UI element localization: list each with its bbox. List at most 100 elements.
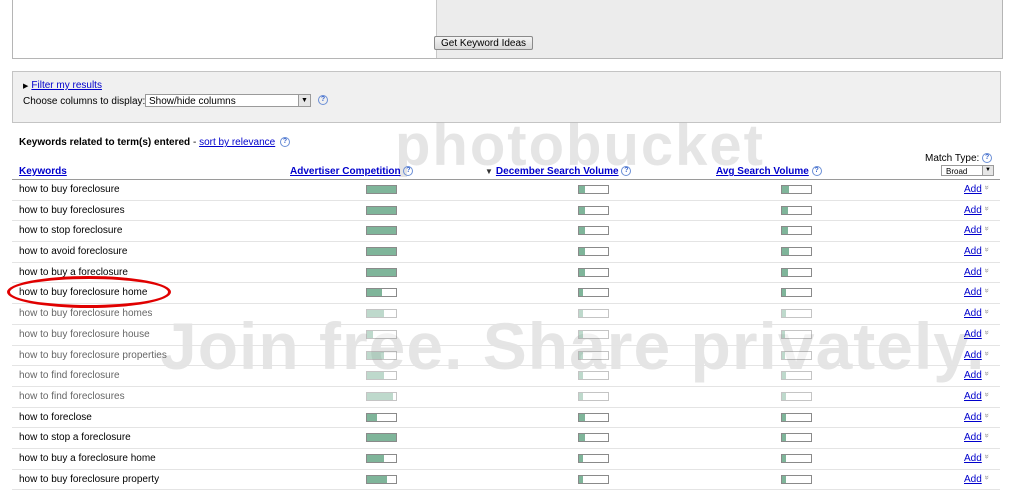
filter-panel: ▶ Filter my results Choose columns to dis… — [12, 71, 1001, 123]
keyword-input-panel — [12, 0, 1003, 59]
chevron-down-icon[interactable]: » — [983, 475, 992, 479]
bar-fill — [579, 227, 585, 235]
columns-label: Choose columns to display: — [23, 96, 146, 107]
keyword-textarea[interactable] — [13, 0, 437, 58]
help-icon[interactable]: ? — [982, 153, 993, 164]
keyword-text: how to buy foreclosure house — [19, 328, 150, 340]
chevron-down-icon[interactable]: » — [983, 227, 992, 231]
add-keyword-link[interactable]: Add — [964, 370, 982, 381]
match-type-text: Match Type: — [925, 153, 980, 164]
bar-fill — [782, 330, 785, 338]
bar-fill — [782, 454, 787, 462]
competition-bar — [366, 267, 397, 277]
competition-bar — [366, 350, 397, 360]
add-keyword-link[interactable]: Add — [964, 267, 982, 278]
chevron-down-icon[interactable]: » — [983, 330, 992, 334]
sort-by-relevance-link[interactable]: sort by relevance — [199, 137, 275, 148]
avg-volume-bar — [781, 350, 812, 360]
bar-fill — [579, 289, 584, 297]
chevron-down-icon[interactable]: » — [983, 289, 992, 293]
avg-volume-bar — [781, 391, 812, 401]
add-keyword-link[interactable]: Add — [964, 308, 982, 319]
add-keyword-link[interactable]: Add — [964, 287, 982, 298]
column-header-keywords[interactable]: Keywords — [19, 166, 67, 177]
bar-fill — [579, 351, 584, 359]
bar-fill — [782, 434, 787, 442]
competition-bar — [366, 371, 397, 381]
competition-bar — [366, 391, 397, 401]
chevron-down-icon[interactable]: » — [983, 392, 992, 396]
keyword-text: how to stop a foreclosure — [19, 432, 131, 444]
add-keyword-link[interactable]: Add — [964, 246, 982, 257]
bar-fill — [367, 268, 396, 276]
add-keyword-link[interactable]: Add — [964, 453, 982, 464]
keyword-text: how to buy foreclosure home — [19, 287, 148, 299]
bar-fill — [367, 248, 396, 256]
help-icon[interactable]: ? — [811, 166, 822, 177]
december-volume-bar — [578, 474, 609, 484]
bar-fill — [367, 289, 382, 297]
columns-select-value: Show/hide columns — [149, 96, 236, 107]
bar-fill — [782, 372, 787, 380]
add-keyword-link[interactable]: Add — [964, 432, 982, 443]
bar-fill — [782, 351, 785, 359]
bar-fill — [367, 392, 394, 400]
add-keyword-link[interactable]: Add — [964, 205, 982, 216]
december-volume-bar — [578, 371, 609, 381]
help-icon[interactable]: ? — [318, 95, 328, 105]
help-icon[interactable]: ? — [621, 166, 632, 177]
help-icon[interactable]: ? — [403, 166, 414, 177]
keyword-text: how to buy a foreclosure home — [19, 452, 156, 464]
keyword-table: how to buy foreclosure Add» how to buy for… — [12, 180, 1000, 490]
add-keyword-link[interactable]: Add — [964, 329, 982, 340]
bar-fill — [579, 454, 584, 462]
keyword-text: how to buy a foreclosure — [19, 266, 128, 278]
avg-volume-bar — [781, 309, 812, 319]
keyword-text: how to find foreclosure — [19, 370, 120, 382]
column-header-avg[interactable]: Avg Search Volume ? — [716, 166, 822, 177]
table-row: how to buy foreclosure property Add» — [12, 470, 1000, 490]
add-keyword-link[interactable]: Add — [964, 391, 982, 402]
add-keyword-link[interactable]: Add — [964, 184, 982, 195]
add-keyword-link[interactable]: Add — [964, 412, 982, 423]
december-volume-bar — [578, 185, 609, 194]
avg-volume-bar — [781, 267, 812, 277]
match-type-value: Broad — [946, 167, 968, 176]
chevron-down-icon[interactable]: » — [983, 268, 992, 272]
table-row: how to buy a foreclosure home Add» — [12, 449, 1000, 470]
filter-results-label: Filter my results — [31, 80, 102, 91]
add-keyword-link[interactable]: Add — [964, 350, 982, 361]
chevron-down-icon[interactable]: » — [983, 309, 992, 313]
chevron-down-icon[interactable]: » — [983, 454, 992, 458]
keyword-text: how to foreclose — [19, 411, 92, 423]
keyword-text: how to buy foreclosure property — [19, 473, 160, 485]
december-volume-bar — [578, 309, 609, 319]
column-header-competition[interactable]: Advertiser Competition ? — [290, 166, 414, 177]
chevron-down-icon[interactable]: » — [983, 185, 992, 189]
avg-volume-bar — [781, 185, 812, 194]
column-header-december[interactable]: ▼ December Search Volume ? — [485, 166, 632, 177]
columns-select[interactable]: Show/hide columns ▼ — [145, 94, 311, 107]
filter-results-link[interactable]: ▶ Filter my results — [23, 80, 102, 91]
bar-fill — [579, 434, 585, 442]
add-keyword-link[interactable]: Add — [964, 225, 982, 236]
chevron-down-icon[interactable]: » — [983, 434, 992, 438]
bar-fill — [782, 392, 787, 400]
match-type-select[interactable]: Broad ▼ — [941, 165, 994, 176]
december-volume-bar — [578, 350, 609, 360]
add-keyword-link[interactable]: Add — [964, 474, 982, 485]
competition-bar — [366, 329, 397, 339]
chevron-down-icon[interactable]: » — [983, 351, 992, 355]
help-icon[interactable]: ? — [280, 137, 290, 148]
chevron-down-icon[interactable]: » — [983, 247, 992, 251]
get-keyword-ideas-button[interactable]: Get Keyword Ideas — [434, 36, 534, 50]
avg-volume-bar — [781, 371, 812, 381]
bar-fill — [782, 310, 787, 318]
bar-fill — [782, 227, 788, 235]
chevron-down-icon[interactable]: » — [983, 371, 992, 375]
column-header-label: December Search Volume — [495, 166, 619, 177]
chevron-down-icon[interactable]: » — [983, 206, 992, 210]
december-volume-bar — [578, 391, 609, 401]
chevron-down-icon[interactable]: » — [983, 413, 992, 417]
table-row: how to buy foreclosure home Add» — [12, 283, 1000, 305]
